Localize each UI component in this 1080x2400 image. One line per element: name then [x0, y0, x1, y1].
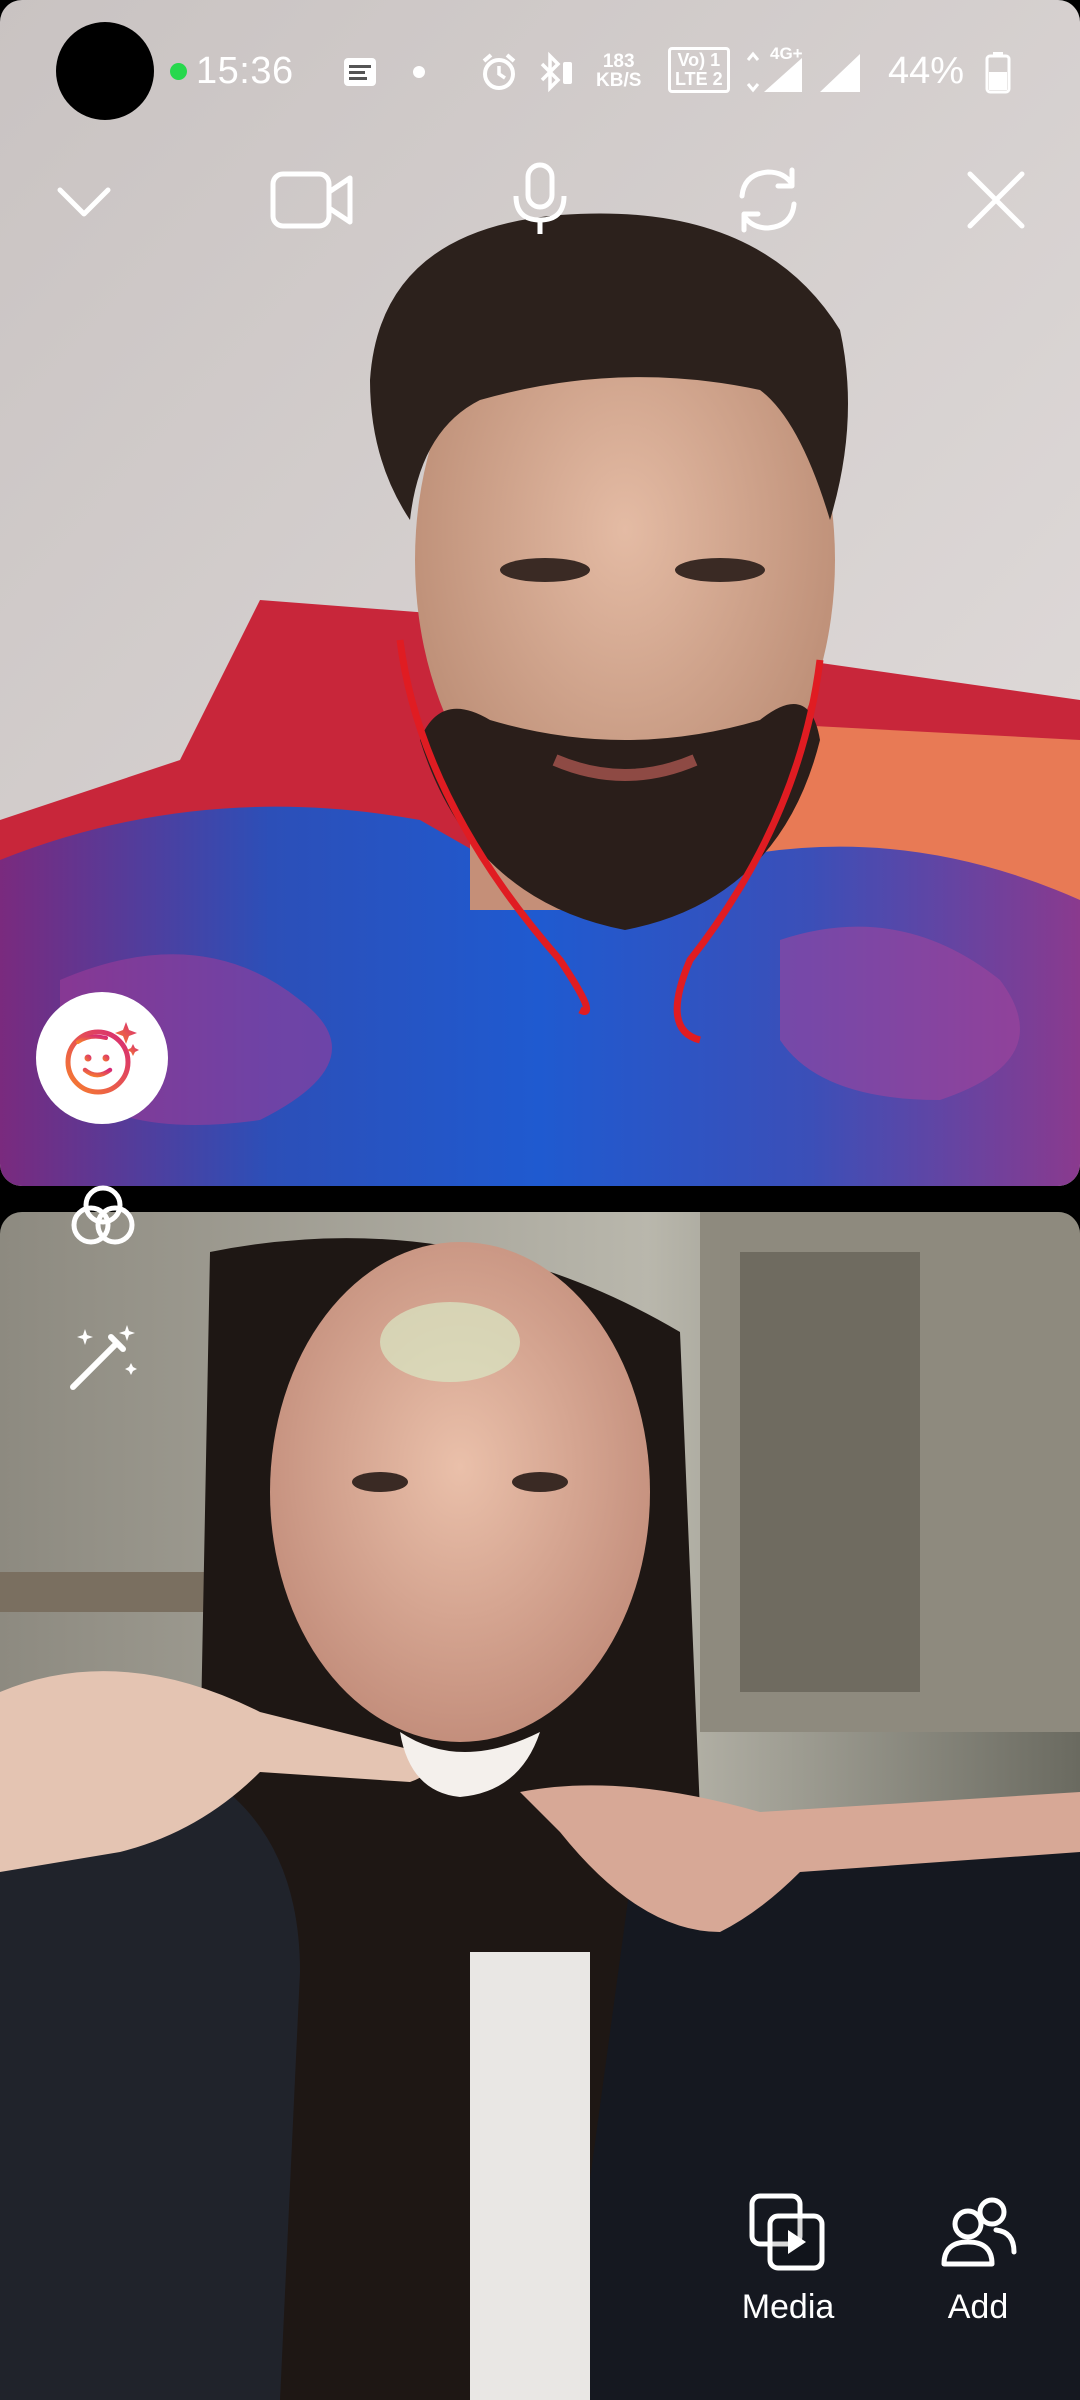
media-label: Media: [741, 2288, 835, 2326]
add-people-icon: [941, 2197, 1017, 2267]
microphone-icon: [513, 162, 567, 234]
chevron-down-icon: [57, 187, 111, 217]
minimize-call-button[interactable]: [34, 150, 134, 250]
add-label: Add: [947, 2288, 1009, 2326]
battery-percent: 44%: [888, 50, 965, 92]
switch-camera-button[interactable]: [718, 150, 818, 250]
network-speed-value: 183: [602, 51, 635, 72]
signal-icon: [818, 50, 862, 94]
toggle-video-button[interactable]: [262, 150, 362, 250]
face-effects-icon: [65, 1022, 139, 1095]
network-speed-unit: KB/S: [596, 70, 642, 91]
close-icon: [967, 171, 1025, 229]
magic-wand-button[interactable]: [58, 1312, 148, 1402]
more-notifications-dot-icon: [412, 50, 426, 94]
notification-message-icon: [340, 50, 380, 94]
network-type: 4G+: [770, 44, 803, 63]
front-camera-cutout: [56, 22, 154, 120]
volte-line2: LTE 2: [675, 69, 723, 89]
signal-4g-icon: 4G+: [744, 44, 806, 94]
media-button[interactable]: Media: [718, 2190, 858, 2327]
active-indicator-dot: [170, 63, 187, 80]
volte-line1: Vo) 1: [677, 50, 721, 70]
alarm-icon: [478, 50, 520, 94]
status-time: 15:36: [196, 50, 294, 92]
switch-camera-icon: [739, 167, 797, 233]
end-call-button[interactable]: [946, 150, 1046, 250]
filters-button[interactable]: [58, 1172, 148, 1262]
network-speed: 183 KB/S: [596, 52, 641, 90]
bluetooth-icon: [532, 50, 576, 94]
battery-icon: [984, 50, 1012, 94]
volte-icon: Vo) 1 LTE 2: [668, 47, 730, 93]
video-camera-icon: [270, 171, 353, 229]
add-participant-button[interactable]: Add: [908, 2190, 1048, 2327]
toggle-microphone-button[interactable]: [490, 150, 590, 250]
face-effects-button[interactable]: [36, 992, 168, 1124]
status-bar: 15:36 183 KB/S Vo) 1 LTE 2 4G+ 44%: [0, 0, 1080, 140]
media-icon: [749, 2193, 825, 2271]
video-call-screen: 15:36 183 KB/S Vo) 1 LTE 2 4G+ 44% Media…: [0, 0, 1080, 2400]
filters-icon: [71, 1185, 135, 1245]
magic-wand-icon: [70, 1325, 137, 1390]
